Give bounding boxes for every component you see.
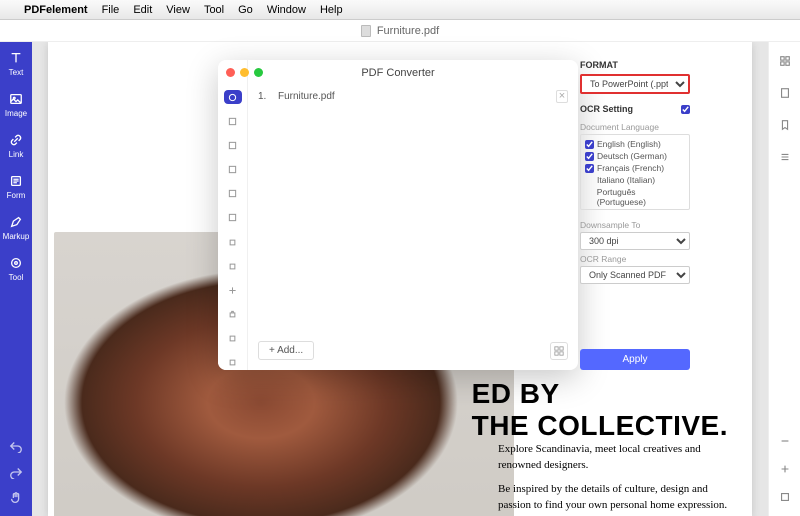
apply-button[interactable]: Apply xyxy=(580,349,690,370)
menu-window[interactable]: Window xyxy=(267,4,306,16)
markup-icon xyxy=(8,214,24,230)
remove-file-button[interactable]: × xyxy=(556,90,568,103)
page-icon[interactable] xyxy=(778,86,792,100)
ocr-toggle[interactable] xyxy=(681,105,690,114)
thumbnails-icon[interactable] xyxy=(778,54,792,68)
rail-link[interactable]: Link xyxy=(8,132,24,159)
left-tool-rail: Text Image Link Form Markup Tool xyxy=(0,42,32,516)
lang-row: Français (French) xyxy=(585,162,685,174)
rail-tool[interactable]: Tool xyxy=(8,255,24,282)
convert-type-active[interactable] xyxy=(224,90,242,104)
form-icon xyxy=(8,173,24,189)
convert-opt-2[interactable] xyxy=(224,114,242,128)
modal-body: 1. Furniture.pdf × + Add... xyxy=(248,60,578,370)
lang-check[interactable] xyxy=(585,152,594,161)
modal-title: PDF Converter xyxy=(218,67,578,79)
convert-opt-10[interactable] xyxy=(224,308,242,322)
fit-icon[interactable] xyxy=(778,490,792,504)
rail-text-label: Text xyxy=(9,68,24,77)
doc-lang-label: Document Language xyxy=(580,122,690,132)
rail-markup[interactable]: Markup xyxy=(3,214,30,241)
format-select[interactable]: To PowerPoint (.pptx) xyxy=(580,74,690,94)
document-icon xyxy=(361,25,371,37)
convert-opt-12[interactable] xyxy=(224,356,242,370)
right-panel-rail xyxy=(768,42,800,516)
page-headline: ED BY THE COLLECTIVE. xyxy=(472,378,728,442)
minus-icon[interactable] xyxy=(778,434,792,448)
redo-icon[interactable] xyxy=(8,464,24,480)
convert-opt-3[interactable] xyxy=(224,138,242,152)
rail-image-label: Image xyxy=(5,109,27,118)
lang-row: Deutsch (German) xyxy=(585,150,685,162)
rail-tool-label: Tool xyxy=(9,273,24,282)
rail-markup-label: Markup xyxy=(3,232,30,241)
convert-opt-5[interactable] xyxy=(224,187,242,201)
lang-row: English (English) xyxy=(585,138,685,150)
file-name: Furniture.pdf xyxy=(278,91,548,102)
menu-tool[interactable]: Tool xyxy=(204,4,224,16)
downsample-label: Downsample To xyxy=(580,220,690,230)
tool-icon xyxy=(8,255,24,271)
view-mode-button[interactable] xyxy=(550,342,568,360)
menu-help[interactable]: Help xyxy=(320,4,343,16)
page-para-2: Be inspired by the details of culture, d… xyxy=(498,482,728,514)
rail-image[interactable]: Image xyxy=(5,91,27,118)
rail-form-label: Form xyxy=(7,191,26,200)
bookmark-icon[interactable] xyxy=(778,118,792,132)
convert-opt-6[interactable] xyxy=(224,211,242,225)
page-para-1: Explore Scandinavia, meet local creative… xyxy=(498,442,728,474)
lang-row: Español (Spanish) xyxy=(585,208,685,210)
lang-row: Português (Portuguese) xyxy=(585,186,685,208)
link-icon xyxy=(8,132,24,148)
ocr-label: OCR Setting xyxy=(580,104,690,114)
mac-menubar: PDFelement File Edit View Tool Go Window… xyxy=(0,0,800,20)
language-list[interactable]: English (English) Deutsch (German) Franç… xyxy=(580,134,690,210)
rail-form[interactable]: Form xyxy=(7,173,26,200)
ocr-range-select[interactable]: Only Scanned PDF xyxy=(580,266,690,284)
convert-opt-4[interactable] xyxy=(224,163,242,177)
text-icon xyxy=(8,50,24,66)
convert-opt-11[interactable] xyxy=(224,332,242,346)
menu-view[interactable]: View xyxy=(166,4,190,16)
downsample-select[interactable]: 300 dpi xyxy=(580,232,690,250)
convert-opt-8[interactable] xyxy=(224,259,242,273)
convert-opt-9[interactable] xyxy=(224,283,242,297)
document-title: Furniture.pdf xyxy=(377,25,439,37)
menu-file[interactable]: File xyxy=(102,4,120,16)
list-icon[interactable] xyxy=(778,150,792,164)
app-name[interactable]: PDFelement xyxy=(24,4,88,16)
file-row: 1. Furniture.pdf × xyxy=(258,90,568,103)
image-icon xyxy=(8,91,24,107)
hand-icon[interactable] xyxy=(8,490,24,506)
plus-icon[interactable] xyxy=(778,462,792,476)
convert-settings-panel: FORMAT To PowerPoint (.pptx) OCR Setting… xyxy=(580,60,690,370)
lang-check[interactable] xyxy=(585,164,594,173)
file-index: 1. xyxy=(258,91,270,102)
format-label: FORMAT xyxy=(580,60,690,70)
modal-sidebar xyxy=(218,60,248,370)
rail-text[interactable]: Text xyxy=(8,50,24,77)
menu-edit[interactable]: Edit xyxy=(133,4,152,16)
ocr-range-label: OCR Range xyxy=(580,254,690,264)
lang-row: Italiano (Italian) xyxy=(585,174,685,186)
rail-link-label: Link xyxy=(9,150,24,159)
undo-icon[interactable] xyxy=(8,438,24,454)
window-titlebar: Furniture.pdf xyxy=(0,20,800,42)
lang-check[interactable] xyxy=(585,140,594,149)
pdf-converter-modal: PDF Converter 1. Furniture.pdf × + Add..… xyxy=(218,60,578,370)
add-file-button[interactable]: + Add... xyxy=(258,341,314,360)
menu-go[interactable]: Go xyxy=(238,4,253,16)
convert-opt-7[interactable] xyxy=(224,235,242,249)
